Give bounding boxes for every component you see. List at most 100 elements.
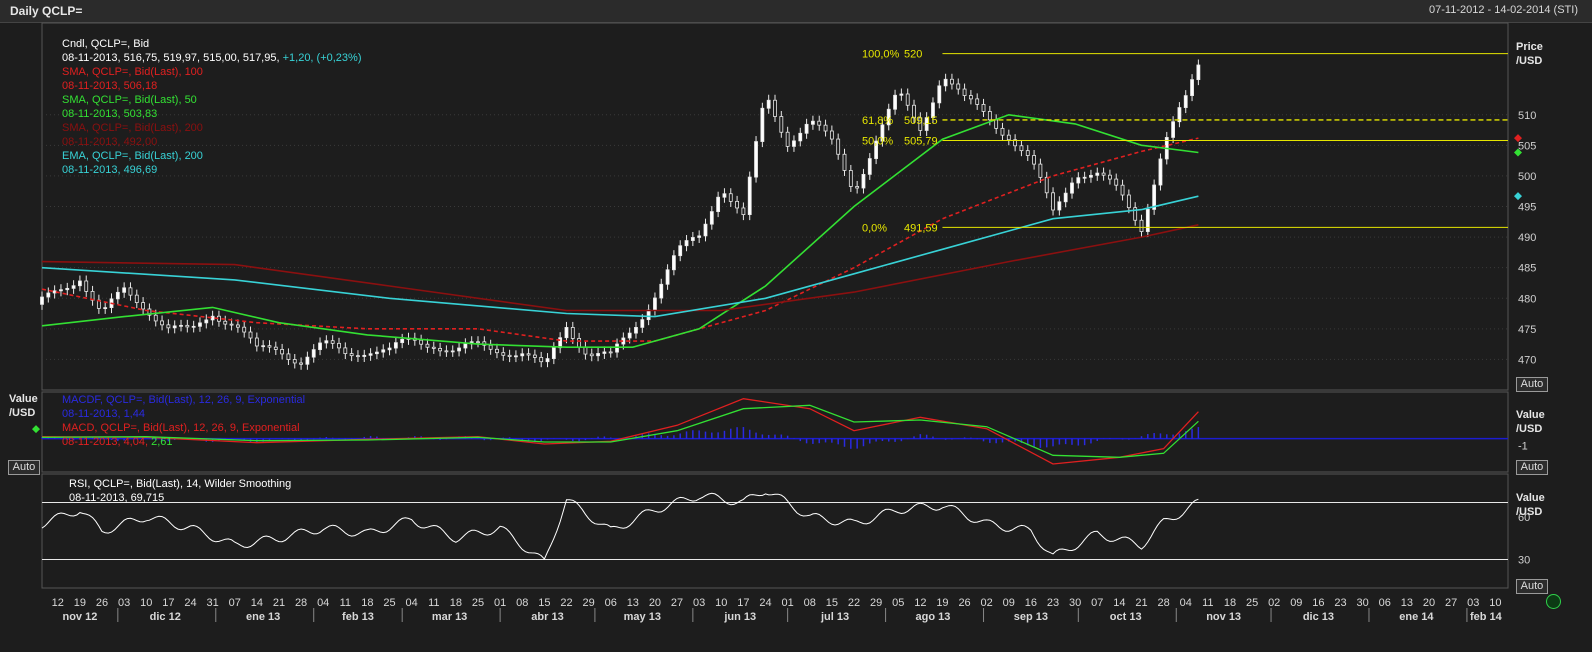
candle-body xyxy=(166,324,171,329)
legend-entry: RSI, QCLP=, Bid(Last), 14, Wilder Smooth… xyxy=(69,477,291,491)
candle-body xyxy=(476,341,480,344)
candle-body xyxy=(577,338,582,348)
candle-body xyxy=(804,123,809,134)
legend-entry: SMA, QCLP=, Bid(Last), 200 xyxy=(62,121,362,135)
candle-body xyxy=(261,345,266,348)
x-day-tick-label: 09 xyxy=(1290,597,1302,609)
fibonacci-pct-label: 50,0% xyxy=(862,136,893,148)
price-tick-label: 495 xyxy=(1518,202,1536,214)
candle-body xyxy=(823,124,828,132)
macd-y-label-left: Value /USD xyxy=(9,393,38,419)
x-day-tick-label: 22 xyxy=(560,597,572,609)
x-day-tick-label: 30 xyxy=(1357,597,1369,609)
candle-body xyxy=(1070,182,1074,194)
price-legend: Cndl, QCLP=, Bid 08-11-2013, 516,75, 519,… xyxy=(62,37,362,177)
candle-body xyxy=(1120,184,1125,196)
macd-auto-button-left[interactable]: Auto xyxy=(8,460,40,475)
candle-body xyxy=(798,132,803,142)
x-day-tick-label: 06 xyxy=(1379,597,1391,609)
x-day-tick-label: 23 xyxy=(1334,597,1346,609)
candle-body xyxy=(299,362,303,365)
candle-body xyxy=(1158,158,1163,186)
price-tick-label: 475 xyxy=(1518,324,1536,336)
fibonacci-value-label: 491,59 xyxy=(904,222,938,234)
candle-body xyxy=(343,347,348,354)
price-y-label: Price /USD xyxy=(1516,41,1543,67)
price-tick-label: 485 xyxy=(1518,263,1536,275)
x-day-tick-label: 18 xyxy=(1224,597,1236,609)
candle-body xyxy=(867,158,872,175)
candle-body xyxy=(773,99,777,117)
candle-body xyxy=(709,211,714,225)
x-day-tick-label: 30 xyxy=(1069,597,1081,609)
candle-body xyxy=(697,235,702,238)
legend-entry: 08-11-2013, 69,715 xyxy=(69,491,291,505)
candle-body xyxy=(1032,155,1036,165)
legend-text: SMA, QCLP=, Bid(Last), 50 xyxy=(62,94,197,106)
x-day-tick-label: 25 xyxy=(383,597,395,609)
candle-body xyxy=(564,327,569,339)
candle-body xyxy=(905,93,910,106)
rsi-auto-button[interactable]: Auto xyxy=(1516,579,1548,594)
fibonacci-value-label: 509,15 xyxy=(904,115,938,127)
legend-entry: 08-11-2013, 506,18 xyxy=(62,79,362,93)
x-day-tick-label: 11 xyxy=(340,597,351,609)
rsi-legend: RSI, QCLP=, Bid(Last), 14, Wilder Smooth… xyxy=(69,477,291,505)
macd-marker-icon xyxy=(32,425,40,434)
candle-body xyxy=(855,186,860,189)
x-day-tick-label: 01 xyxy=(782,597,794,609)
candle-body xyxy=(1038,163,1043,178)
candle-body xyxy=(1000,127,1005,136)
candle-body xyxy=(387,347,392,351)
x-day-tick-label: 14 xyxy=(1113,597,1125,609)
candle-body xyxy=(337,342,341,349)
candle-body xyxy=(1114,178,1119,186)
candle-body xyxy=(943,78,948,87)
candle-body xyxy=(210,315,215,321)
x-month-label: jun 13 xyxy=(723,611,756,623)
x-day-tick-label: 20 xyxy=(649,597,661,609)
candle-body xyxy=(457,347,461,352)
candle-body xyxy=(160,320,164,326)
candle-body xyxy=(141,302,146,310)
x-day-tick-label: 16 xyxy=(1025,597,1037,609)
x-day-tick-label: 11 xyxy=(428,597,439,609)
candle-body xyxy=(684,240,689,247)
candle-body xyxy=(551,347,556,359)
candle-body xyxy=(273,346,278,350)
candle-body xyxy=(589,353,594,357)
moving-average-line xyxy=(41,195,1199,318)
candle-body xyxy=(229,323,234,326)
candle-body xyxy=(792,140,796,147)
candle-body xyxy=(223,320,228,325)
candle-body xyxy=(431,346,436,349)
status-indicator-icon[interactable] xyxy=(1546,594,1561,609)
legend-text: EMA, QCLP=, Bid(Last), 200 xyxy=(62,150,203,162)
candle-body xyxy=(514,355,518,358)
candle-body xyxy=(747,176,752,216)
x-day-tick-label: 04 xyxy=(406,597,418,609)
candle-body xyxy=(507,354,512,357)
candle-body xyxy=(242,326,247,333)
candle-body xyxy=(659,283,664,299)
price-auto-button[interactable]: Auto xyxy=(1516,377,1548,392)
legend-text: 08-11-2013, 69,715 xyxy=(69,492,165,504)
x-day-tick-label: 03 xyxy=(693,597,705,609)
candle-body xyxy=(754,141,758,178)
candle-body xyxy=(311,349,316,358)
candle-body xyxy=(1196,64,1201,81)
fibonacci-value-label: 520 xyxy=(904,49,922,61)
x-day-tick-label: 03 xyxy=(1467,597,1479,609)
x-month-label: mar 13 xyxy=(432,611,467,623)
candle-body xyxy=(286,353,291,360)
candle-body xyxy=(59,289,63,292)
last-value-marker xyxy=(1514,192,1522,201)
x-day-tick-label: 09 xyxy=(1003,597,1015,609)
macd-auto-button[interactable]: Auto xyxy=(1516,460,1548,475)
candle-body xyxy=(817,120,822,126)
candle-body xyxy=(690,237,695,241)
candle-body xyxy=(1025,150,1030,156)
candle-body xyxy=(653,297,657,311)
candle-body xyxy=(362,354,367,357)
x-day-tick-label: 06 xyxy=(605,597,617,609)
